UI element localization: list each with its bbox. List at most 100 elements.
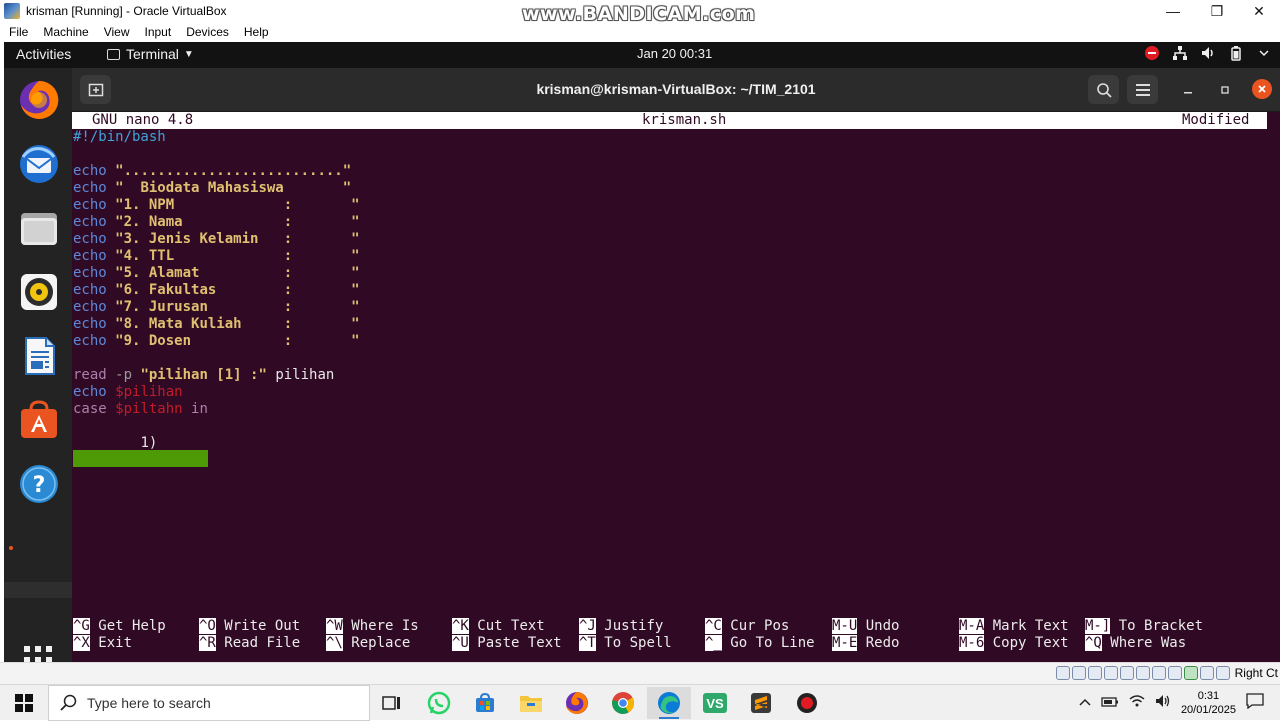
shortcut-exit[interactable]: ^X Exit [73, 635, 132, 652]
file-explorer-icon[interactable] [509, 687, 553, 719]
shortcut-undo[interactable]: M-U Undo [832, 618, 899, 635]
code-line[interactable]: echo "1. NPM : " [73, 197, 360, 214]
code-line[interactable]: echo "9. Dosen : " [73, 333, 360, 350]
code-line[interactable]: echo "3. Jenis Kelamin : " [73, 231, 360, 248]
code-line[interactable]: echo "8. Mata Kuliah : " [73, 316, 360, 333]
terminal-maximize-button[interactable] [1215, 81, 1235, 99]
files-icon[interactable] [17, 206, 61, 250]
system-tray[interactable] [1144, 45, 1272, 61]
code-line[interactable]: echo $pilihan [73, 384, 183, 401]
app-menu[interactable]: Terminal ▼ [107, 46, 194, 62]
help-icon[interactable]: ? [17, 462, 61, 506]
code-line[interactable]: echo "7. Jurusan : " [73, 299, 360, 316]
shortcut-replace[interactable]: ^\ Replace [326, 635, 410, 652]
search-button[interactable] [1088, 75, 1119, 104]
restore-button[interactable]: ❐ [1194, 0, 1240, 22]
shortcut-paste-text[interactable]: ^U Paste Text [452, 635, 562, 652]
task-view-icon[interactable] [370, 687, 414, 719]
chrome-icon[interactable] [601, 687, 645, 719]
menu-devices[interactable]: Devices [186, 25, 229, 39]
mouse-integration-icon[interactable] [1199, 666, 1214, 680]
shortcut-to-bracket[interactable]: M-] To Bracket [1085, 618, 1203, 635]
code-line[interactable]: echo "6. Fakultas : " [73, 282, 360, 299]
dock: ? [4, 68, 72, 662]
start-button[interactable] [0, 685, 48, 721]
audio-icon[interactable] [1087, 666, 1102, 680]
shortcut-read-file[interactable]: ^R Read File [199, 635, 300, 652]
wifi-icon[interactable] [1129, 694, 1145, 713]
edge-icon[interactable] [647, 687, 691, 719]
show-applications-icon[interactable] [22, 644, 54, 662]
code-line[interactable]: read -p "pilihan [1] :" pilihan [73, 367, 334, 384]
shortcut-get-help[interactable]: ^G Get Help [73, 618, 166, 635]
windows-logo-icon [15, 694, 33, 712]
shared-folders-icon[interactable] [1135, 666, 1150, 680]
terminal-minimize-button[interactable] [1178, 81, 1198, 99]
code-line[interactable]: echo " Biodata Mahasiswa " [73, 180, 351, 197]
hamburger-menu-button[interactable] [1127, 75, 1158, 104]
optical-drive-icon[interactable] [1071, 666, 1086, 680]
clock[interactable]: Jan 20 00:31 [637, 46, 712, 61]
terminal-window[interactable]: krisman@krisman-VirtualBox: ~/TIM_2101 G… [72, 68, 1280, 662]
microsoft-store-icon[interactable] [463, 687, 507, 719]
sublime-text-icon[interactable] [739, 687, 783, 719]
minimize-button[interactable]: — [1150, 0, 1196, 22]
menu-input[interactable]: Input [145, 25, 172, 39]
rhythmbox-icon[interactable] [17, 270, 61, 314]
menu-view[interactable]: View [104, 25, 130, 39]
bandicam-icon[interactable] [785, 687, 829, 719]
recording-icon[interactable] [1167, 666, 1182, 680]
shortcut-cut-text[interactable]: ^K Cut Text [452, 618, 545, 635]
search-icon [60, 694, 77, 711]
shortcut-go-to-line[interactable]: ^_ Go To Line [705, 635, 815, 652]
speaker-icon[interactable] [1155, 694, 1171, 713]
hidden-icons-chevron-icon[interactable] [1079, 694, 1091, 712]
storage-icon[interactable] [1055, 666, 1070, 680]
svg-text:VS: VS [706, 696, 724, 711]
menu-help[interactable]: Help [244, 25, 269, 39]
shortcut-copy-text[interactable]: M-6 Copy Text [959, 635, 1069, 652]
shortcut-cur-pos[interactable]: ^C Cur Pos [705, 618, 789, 635]
taskbar-search[interactable]: Type here to search [48, 685, 370, 721]
shortcut-write-out[interactable]: ^O Write Out [199, 618, 300, 635]
visual-studio-code-icon[interactable]: VS [693, 687, 737, 719]
notifications-icon[interactable] [1246, 692, 1264, 714]
firefox-icon[interactable] [555, 687, 599, 719]
do-not-disturb-icon [1144, 45, 1160, 61]
menu-machine[interactable]: Machine [43, 25, 88, 39]
shortcut-where-was[interactable]: ^Q Where Was [1085, 635, 1186, 652]
close-button[interactable]: ✕ [1236, 0, 1280, 22]
display-icon[interactable] [1151, 666, 1166, 680]
virtualbox-icon [4, 3, 20, 19]
activities-button[interactable]: Activities [16, 46, 71, 62]
shortcut-mark-text[interactable]: M-A Mark Text [959, 618, 1069, 635]
terminal-close-button[interactable] [1252, 79, 1272, 99]
shortcut-to-spell[interactable]: ^T To Spell [579, 635, 672, 652]
code-line[interactable]: case $piltahn in [73, 401, 208, 418]
code-line[interactable]: #!/bin/bash [73, 129, 166, 146]
nano-editor[interactable]: GNU nano 4.8 krisman.sh Modified #!/bin/… [72, 112, 1280, 662]
keyboard-capture-icon[interactable] [1215, 666, 1230, 680]
nano-version: GNU nano 4.8 [92, 112, 194, 128]
shortcut-justify[interactable]: ^J Justify [579, 618, 663, 635]
vm-display[interactable]: Activities Terminal ▼ Jan 20 00:31 ? kri… [4, 42, 1280, 662]
network-adapter-icon[interactable] [1103, 666, 1118, 680]
shortcut-where-is[interactable]: ^W Where Is [326, 618, 419, 635]
libreoffice-writer-icon[interactable] [17, 334, 61, 378]
code-line[interactable]: echo "2. Nama : " [73, 214, 360, 231]
cpu-activity-icon[interactable] [1183, 666, 1198, 680]
menu-file[interactable]: File [9, 25, 28, 39]
software-icon[interactable] [17, 398, 61, 442]
firefox-icon[interactable] [17, 78, 61, 122]
whatsapp-icon[interactable] [417, 687, 461, 719]
taskbar-clock[interactable]: 0:31 20/01/2025 [1181, 689, 1236, 717]
thunderbird-icon[interactable] [17, 142, 61, 186]
battery-icon[interactable] [1101, 694, 1119, 712]
shortcut-redo[interactable]: M-E Redo [832, 635, 899, 652]
windows-system-tray: 0:31 20/01/2025 [1079, 685, 1280, 721]
code-line[interactable]: echo "4. TTL : " [73, 248, 360, 265]
code-line[interactable]: echo "5. Alamat : " [73, 265, 360, 282]
code-line[interactable]: echo ".........................." [73, 163, 351, 180]
dock-separator [4, 582, 72, 598]
usb-icon[interactable] [1119, 666, 1134, 680]
